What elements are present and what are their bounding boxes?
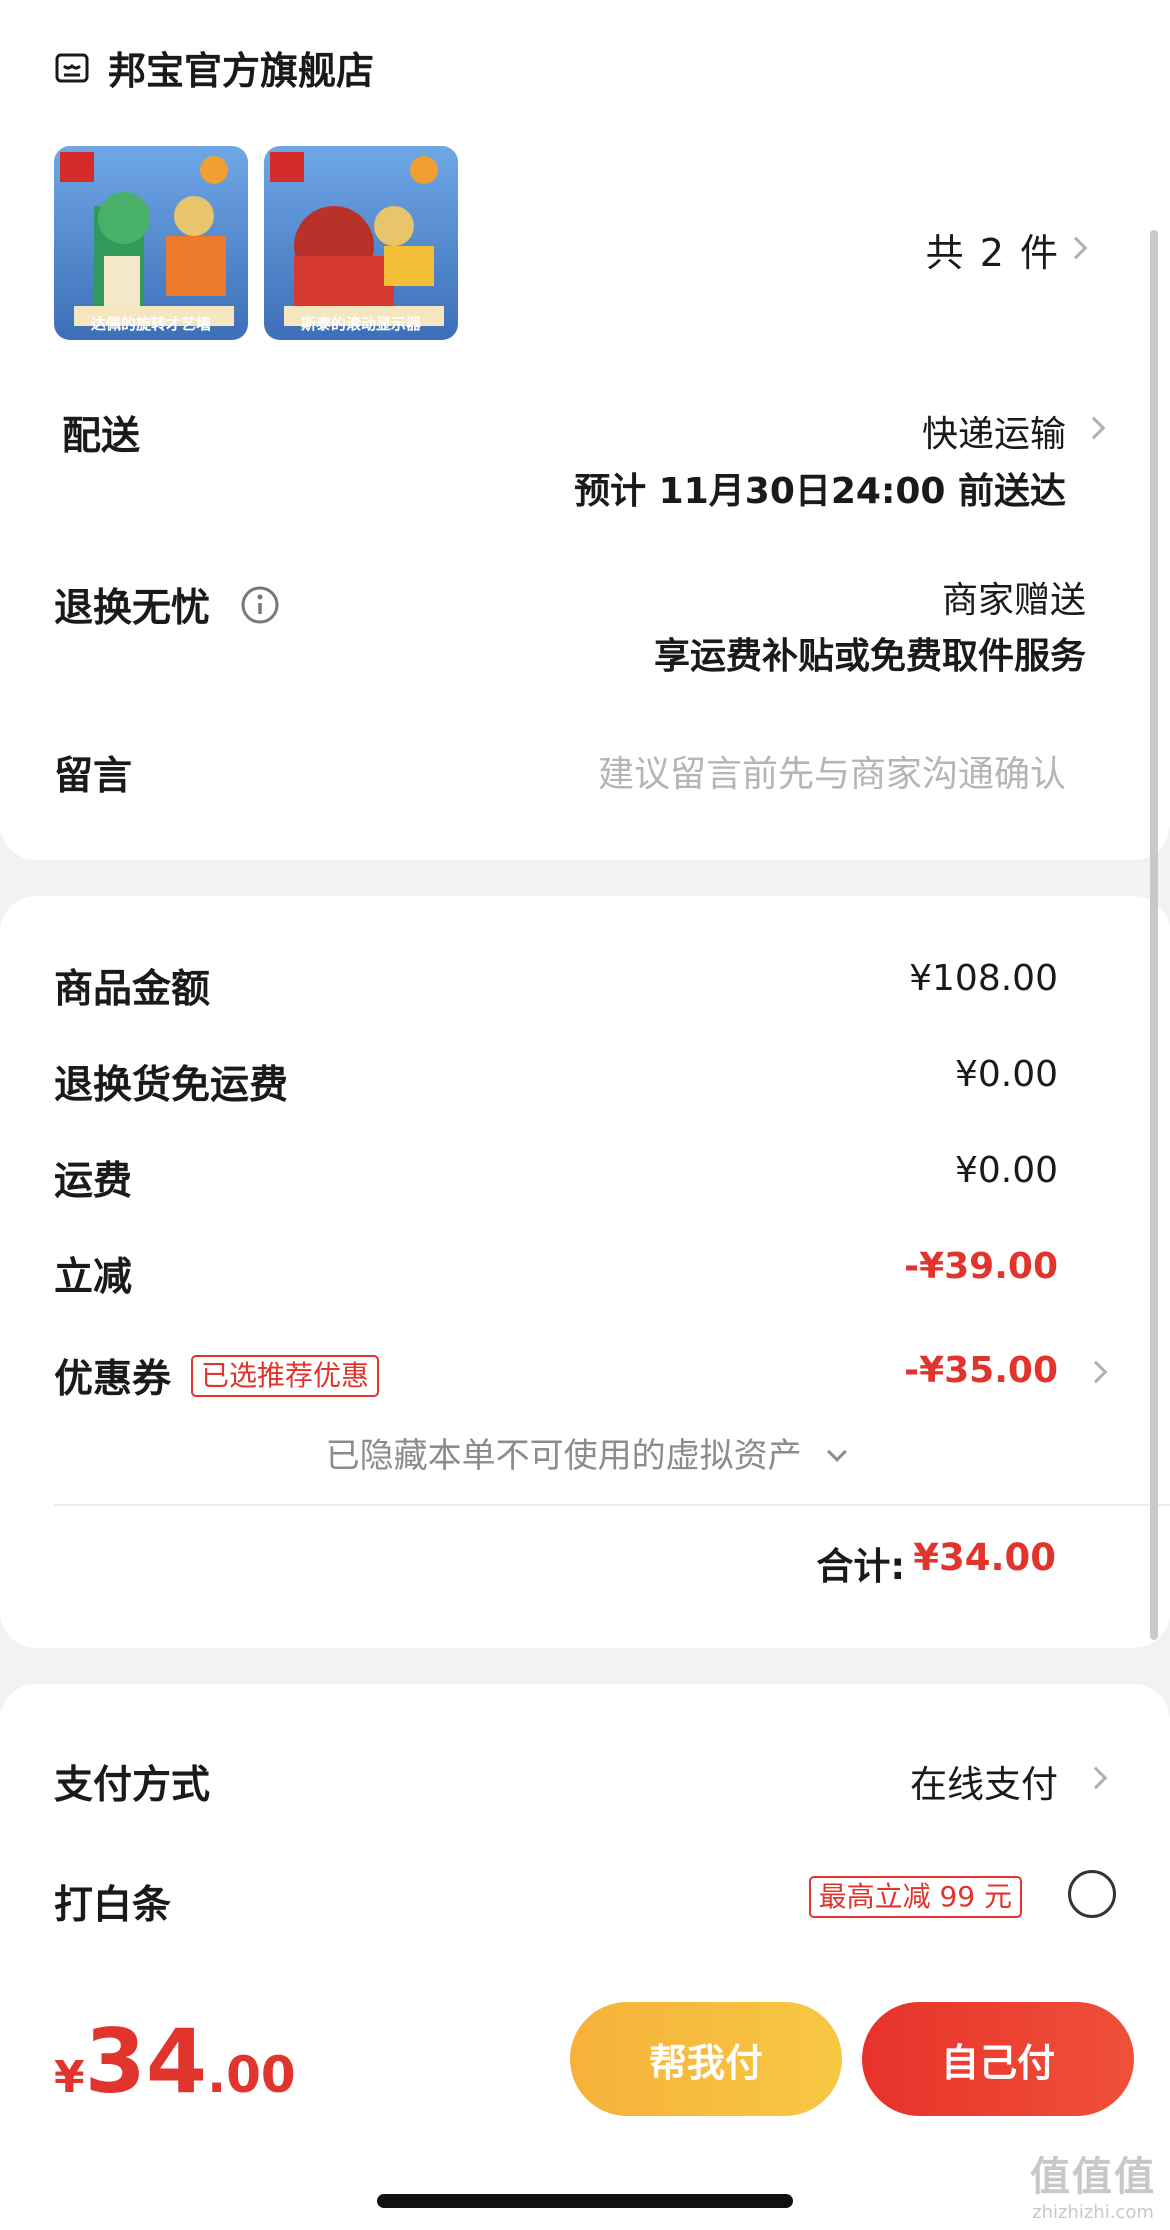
bottom-pay-bar: ¥ 34 .00 帮我付 自己付 值值值 zhizhizhi.com: [0, 1984, 1170, 2230]
payment-method-value[interactable]: 在线支付: [910, 1754, 1058, 1808]
returns-label: 退换无忧: [54, 586, 211, 631]
shipping-label: 运费: [54, 1159, 133, 1204]
message-label: 留言: [54, 754, 133, 799]
store-icon: [54, 50, 90, 86]
total-label: 合计:: [816, 1545, 906, 1588]
delivery-method[interactable]: 快递运输: [922, 405, 1066, 457]
instant-discount-value: -¥39.00: [904, 1246, 1058, 1287]
store-name: 邦宝官方旗舰店: [108, 49, 375, 93]
coupon-value[interactable]: -¥35.00: [904, 1350, 1058, 1391]
scrollbar[interactable]: [1150, 230, 1158, 1640]
payment-method-label: 支付方式: [54, 1763, 211, 1808]
goods-amount-value: ¥108.00: [909, 958, 1058, 999]
delivery-label: 配送: [62, 414, 141, 459]
returns-row: 退换无忧: [54, 577, 280, 633]
baitiao-label: 打白条: [54, 1883, 172, 1928]
product-thumbnail[interactable]: 达佩的旋转才艺墙: [54, 146, 248, 340]
store-header[interactable]: 邦宝官方旗舰店: [54, 40, 374, 95]
coupon-row[interactable]: 优惠券 已选推荐优惠: [54, 1348, 380, 1404]
hidden-assets-toggle[interactable]: 已隐藏本单不可使用的虚拟资产: [0, 1428, 1170, 1477]
returns-value: 商家赠送: [941, 580, 1086, 621]
coupon-label: 优惠券: [54, 1357, 172, 1402]
return-shipping-value: ¥0.00: [954, 1054, 1058, 1095]
baitiao-promo: 最高立减 99 元: [808, 1876, 1022, 1918]
divider: [54, 1504, 1170, 1506]
chevron-down-icon: [827, 1442, 848, 1462]
baitiao-radio[interactable]: [1068, 1870, 1116, 1918]
price-summary-card: 商品金额 ¥108.00 退换货免运费 ¥0.00 运费 ¥0.00 立减 -¥…: [0, 896, 1170, 1648]
returns-desc: 享运费补贴或免费取件服务: [653, 636, 1086, 677]
product-caption: 斯泰的滚动显示器: [300, 315, 421, 333]
product-caption: 达佩的旋转才艺墙: [90, 315, 211, 333]
instant-discount-label: 立减: [54, 1255, 133, 1300]
chevron-right-icon[interactable]: [1082, 416, 1106, 440]
shipping-value: ¥0.00: [954, 1150, 1058, 1191]
return-shipping-label: 退换货免运费: [54, 1063, 289, 1108]
goods-amount-label: 商品金额: [54, 967, 211, 1012]
self-pay-button[interactable]: 自己付: [862, 2002, 1134, 2116]
payment-card: 支付方式 在线支付 打白条 最高立减 99 元: [0, 1684, 1170, 1984]
coupon-tag: 已选推荐优惠: [191, 1355, 380, 1397]
chevron-right-icon[interactable]: [1084, 1360, 1108, 1384]
chevron-right-icon[interactable]: [1064, 236, 1088, 260]
pay-amount: ¥ 34 .00: [54, 2010, 296, 2113]
watermark: 值值值 zhizhizhi.com: [1030, 2154, 1156, 2223]
delivery-eta: 预计 11月30日24:00 前送达: [574, 471, 1066, 512]
message-input[interactable]: 建议留言前先与商家沟通确认: [598, 745, 1066, 797]
product-thumbnail[interactable]: 斯泰的滚动显示器: [264, 146, 458, 340]
total-row: 合计: ¥34.00: [816, 1536, 1056, 1590]
info-icon[interactable]: [240, 585, 280, 625]
help-pay-button[interactable]: 帮我付: [570, 2002, 842, 2116]
chevron-right-icon[interactable]: [1084, 1766, 1108, 1790]
product-count[interactable]: 共 2 件: [926, 222, 1058, 277]
total-value: ¥34.00: [913, 1536, 1056, 1579]
home-indicator[interactable]: [377, 2194, 793, 2208]
order-info-card: 邦宝官方旗舰店 达佩的旋转才艺墙 斯泰的滚动显示器 共 2 件 配送 快递运输 …: [0, 0, 1170, 860]
